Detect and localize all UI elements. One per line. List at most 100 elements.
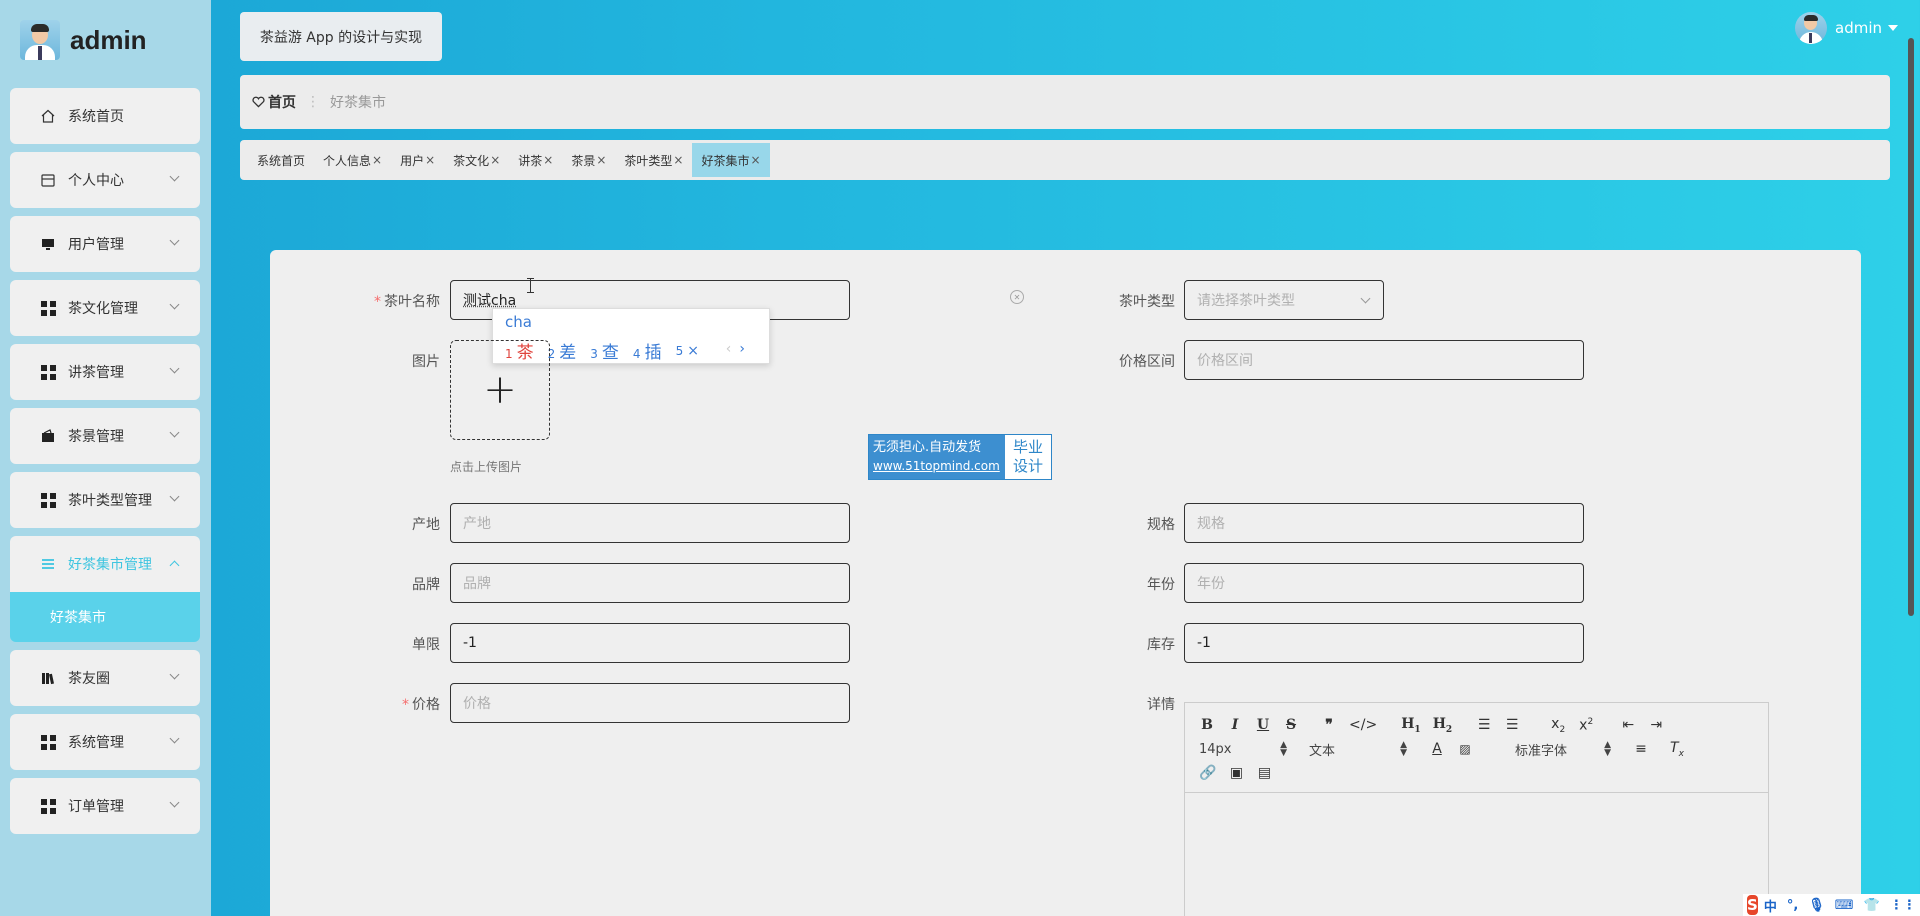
sidebar-item-users[interactable]: 用户管理 [10,216,200,272]
italic-icon[interactable]: I [1227,717,1243,733]
heading1-icon[interactable]: H1 [1401,716,1421,735]
ime-candidate[interactable]: 4插 [633,338,662,363]
sidebar-item-label: 系统首页 [68,109,124,125]
clear-format-icon[interactable]: Tx [1669,740,1685,759]
input-placeholder: 年份 [1197,576,1225,592]
microphone-icon[interactable]: 🎙 [1808,898,1825,913]
text-color-icon[interactable]: A [1429,741,1445,757]
subscript-icon[interactable]: x2 [1550,716,1566,735]
tag-users[interactable]: 用户 × [391,143,444,177]
ime-page-nav[interactable]: ‹ › [726,341,745,357]
scrollbar[interactable] [1906,0,1916,916]
close-icon[interactable]: × [543,153,553,167]
ime-candidate[interactable]: 5 × [676,343,699,359]
app-title-button[interactable]: 茶益游 App 的设计与实现 [240,12,442,61]
rich-text-editor: B I U S ❞ </> H1 H2 ☰ ☰ x2 x2 ⇤ ⇥ 14px ▲ ▼… [1184,702,1769,916]
ime-candidate[interactable]: 3查 [590,338,619,363]
font-family-select[interactable]: 标准字体 ▲ ▼ [1515,740,1611,759]
tag-tea-market[interactable]: 好茶集市 × [692,143,770,177]
price-input[interactable]: 价格 [450,683,850,723]
tag-label: 好茶集市 [701,153,750,168]
tag-tea-scenery[interactable]: 茶景 × [562,143,615,177]
strikethrough-icon[interactable]: S [1283,717,1299,733]
tag-label: 系统首页 [257,153,306,168]
breadcrumb-home[interactable]: 首页 [252,92,296,112]
spec-input[interactable]: 规格 [1184,503,1584,543]
clear-icon[interactable]: ✕ [1010,290,1024,304]
user-menu[interactable]: admin [1795,12,1898,44]
tag-personal-info[interactable]: 个人信息 × [314,143,391,177]
limit-label: 单限 [412,637,440,653]
sidebar-item-tea-culture[interactable]: 茶文化管理 [10,280,200,336]
background-color-icon[interactable]: ▨ [1457,742,1473,756]
tag-tea-culture[interactable]: 茶文化 × [444,143,509,177]
sidebar-item-home[interactable]: 系统首页 [10,88,200,144]
block-format-select[interactable]: 文本 ▲ ▼ [1309,740,1407,759]
tag-tea-talk[interactable]: 讲茶 × [509,143,562,177]
ime-tray[interactable]: S 中 °, 🎙 ⌨ 👕 ⋮⋮ [1743,894,1920,916]
user-name: admin [1835,19,1882,37]
image-upload[interactable]: + [450,340,550,440]
ime-prev-icon[interactable]: ‹ [726,341,732,357]
shirt-icon[interactable]: 👕 [1864,898,1880,913]
tea-type-select[interactable]: 请选择茶叶类型 [1184,280,1384,320]
font-size-select[interactable]: 14px ▲ ▼ [1199,741,1287,758]
close-icon[interactable]: × [490,153,500,167]
year-input[interactable]: 年份 [1184,563,1584,603]
stock-input[interactable]: -1 [1184,623,1584,663]
sidebar-subitem-tea-market[interactable]: 好茶集市 [10,592,200,642]
keyboard-icon[interactable]: ⌨ [1835,898,1854,913]
close-icon[interactable]: × [425,153,435,167]
video-icon[interactable]: ▤ [1256,765,1272,781]
caret-down-icon [1888,25,1898,31]
breadcrumb-separator: ⋮ [306,94,320,110]
sidebar-item-tea-talk[interactable]: 讲茶管理 [10,344,200,400]
code-icon[interactable]: </> [1349,717,1377,733]
tag-tea-type[interactable]: 茶叶类型 × [615,143,692,177]
ime-candidate[interactable]: 2差 [548,338,577,363]
grid-icon [40,300,56,316]
sidebar-item-label: 茶叶类型管理 [68,493,152,509]
price-range-input[interactable]: 价格区间 [1184,340,1584,380]
align-icon[interactable]: ≡ [1633,741,1649,757]
scrollbar-thumb[interactable] [1908,38,1914,616]
close-icon[interactable]: × [596,153,606,167]
sidebar-item-tea-market[interactable]: 好茶集市管理 [10,536,200,592]
brand-input[interactable]: 品牌 [450,563,850,603]
sidebar-item-tea-type[interactable]: 茶叶类型管理 [10,472,200,528]
close-icon[interactable]: × [673,153,683,167]
indent-icon[interactable]: ⇥ [1648,717,1664,733]
sidebar-item-orders[interactable]: 订单管理 [10,778,200,834]
input-placeholder: 价格 [463,696,491,712]
ordered-list-icon[interactable]: ☰ [1476,717,1492,733]
select-value: 标准字体 [1515,743,1568,759]
ime-next-icon[interactable]: › [739,341,745,357]
book-icon [40,670,56,686]
close-icon[interactable]: × [751,153,761,167]
sidebar-item-system[interactable]: 系统管理 [10,714,200,770]
heading2-icon[interactable]: H2 [1433,716,1453,735]
tag-home[interactable]: 系统首页 [248,143,314,177]
sidebar-item-personal-center[interactable]: 个人中心 [10,152,200,208]
blockquote-icon[interactable]: ❞ [1321,717,1337,733]
image-icon[interactable]: ▣ [1228,765,1244,781]
bold-icon[interactable]: B [1199,717,1215,733]
chevron-down-icon [169,797,180,808]
sidebar-item-tea-scenery[interactable]: 茶景管理 [10,408,200,464]
editor-content[interactable] [1185,793,1768,916]
close-icon[interactable]: × [372,153,382,167]
ime-composition: cha [505,313,532,331]
limit-input[interactable]: -1 [450,623,850,663]
underline-icon[interactable]: U [1255,717,1271,733]
origin-input[interactable]: 产地 [450,503,850,543]
ime-candidate-number: 5 [675,343,684,358]
outdent-icon[interactable]: ⇤ [1620,717,1636,733]
superscript-icon[interactable]: x2 [1578,717,1594,734]
link-icon[interactable]: 🔗 [1199,765,1216,781]
ime-punctuation[interactable]: °, [1787,898,1798,913]
bullet-list-icon[interactable]: ☰ [1504,717,1520,733]
input-placeholder: 规格 [1197,516,1225,532]
sidebar-item-tea-friends[interactable]: 茶友圈 [10,650,200,706]
ime-language[interactable]: 中 [1764,896,1777,915]
ime-candidate-text: 差 [559,343,577,363]
